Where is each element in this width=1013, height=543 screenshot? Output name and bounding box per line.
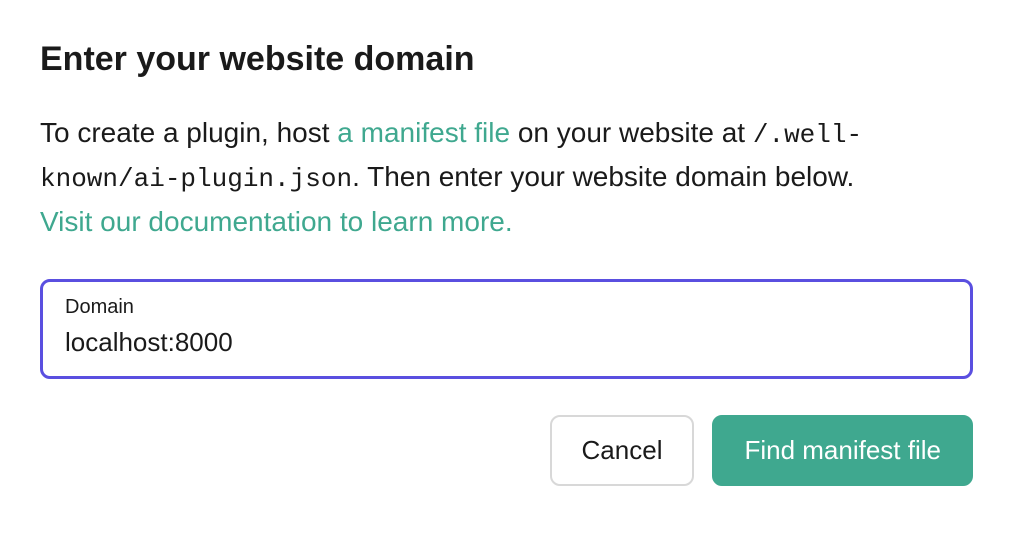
manifest-file-link[interactable]: a manifest file bbox=[337, 117, 510, 148]
domain-field-label: Domain bbox=[65, 296, 948, 319]
dialog-buttons: Cancel Find manifest file bbox=[40, 415, 973, 486]
dialog-title: Enter your website domain bbox=[40, 40, 973, 79]
description-text-1: To create a plugin, host bbox=[40, 117, 337, 148]
cancel-button[interactable]: Cancel bbox=[550, 415, 695, 486]
dialog-description: To create a plugin, host a manifest file… bbox=[40, 111, 973, 243]
dialog-content: Enter your website domain To create a pl… bbox=[40, 40, 973, 486]
domain-field-wrapper: Domain bbox=[40, 279, 973, 379]
description-text-3: . Then enter your website domain below. bbox=[352, 161, 854, 192]
find-manifest-button[interactable]: Find manifest file bbox=[712, 415, 973, 486]
description-text-2: on your website at bbox=[510, 117, 753, 148]
domain-input[interactable] bbox=[65, 327, 948, 358]
documentation-link[interactable]: Visit our documentation to learn more. bbox=[40, 200, 513, 243]
